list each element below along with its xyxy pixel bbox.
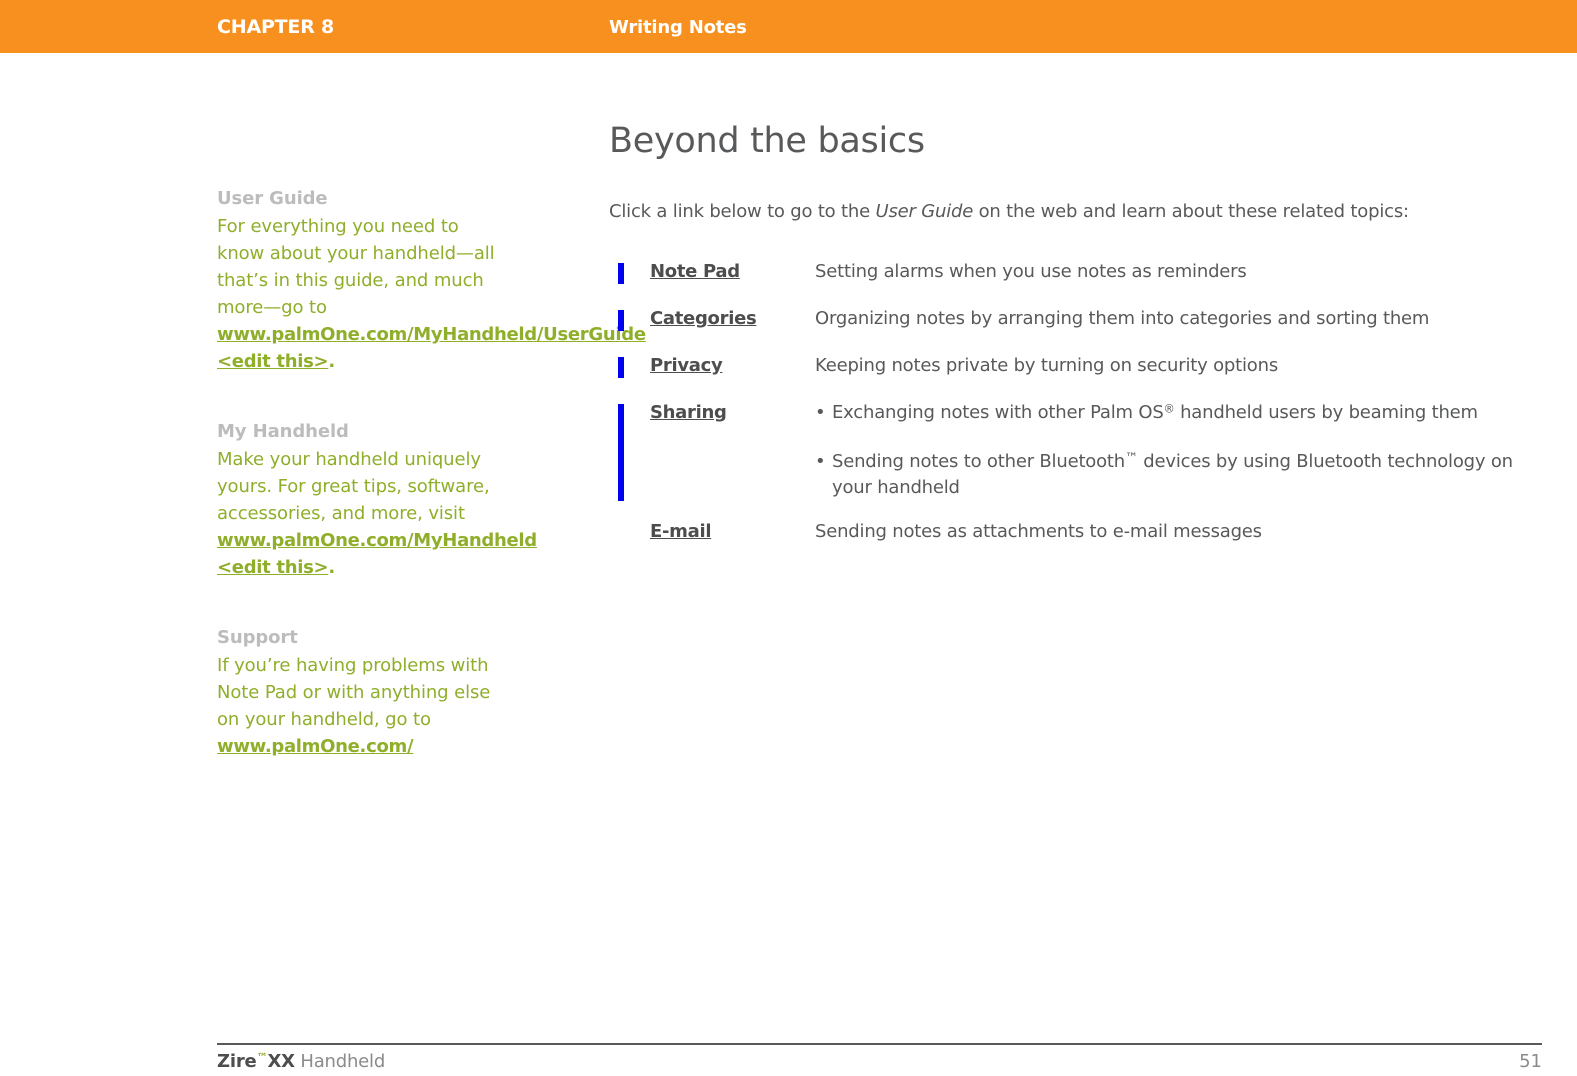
sidebar-heading-user-guide: User Guide: [217, 188, 328, 209]
chapter-header-bar: CHAPTER 8 Writing Notes: [0, 0, 1577, 53]
sidebar-text-my-handheld: Make your handheld uniquely yours. For g…: [217, 449, 490, 524]
topic-link-privacy[interactable]: Privacy: [650, 353, 815, 379]
sidebar-body-my-handheld: Make your handheld uniquely yours. For g…: [217, 446, 537, 581]
bullet-text-after: handheld users by beaming them: [1174, 402, 1478, 423]
topic-row: Categories Organizing notes by arranging…: [609, 306, 1539, 332]
sidebar-block-support: Support If you’re having problems with N…: [217, 625, 509, 760]
intro-paragraph: Click a link below to go to the User Gui…: [609, 199, 1539, 225]
link-marker-bar-icon: [618, 404, 624, 501]
page-number: 51: [1519, 1051, 1542, 1072]
sidebar-heading-my-handheld: My Handheld: [217, 421, 349, 442]
sidebar-text-support: If you’re having problems with Note Pad …: [217, 655, 491, 730]
topic-link-e-mail[interactable]: E-mail: [650, 519, 815, 545]
topic-bullet: • Exchanging notes with other Palm OS® ha…: [815, 400, 1539, 426]
bullet-dot-icon: •: [815, 451, 826, 472]
sidebar-link-support[interactable]: www.palmOne.com/: [217, 736, 414, 757]
trademark-mark-icon: ™: [1125, 451, 1138, 467]
topic-link-sharing[interactable]: Sharing: [650, 400, 815, 426]
topic-description-categories: Organizing notes by arranging them into …: [815, 308, 1430, 329]
link-marker-bar-icon: [618, 357, 624, 378]
link-marker-bar-icon: [618, 263, 624, 284]
registered-mark-icon: ®: [1163, 402, 1175, 416]
topic-row: E-mail Sending notes as attachments to e…: [609, 519, 1539, 545]
topic-row: Privacy Keeping notes private by turning…: [609, 353, 1539, 379]
topic-row: Note Pad Setting alarms when you use not…: [609, 259, 1539, 285]
topic-description-note-pad: Setting alarms when you use notes as rem…: [815, 261, 1247, 282]
bullet-text-before: Sending notes to other Bluetooth: [832, 451, 1125, 472]
intro-text-before: Click a link below to go to the: [609, 201, 876, 222]
sidebar-body-support: If you’re having problems with Note Pad …: [217, 652, 509, 760]
topic-description-privacy: Keeping notes private by turning on secu…: [815, 355, 1278, 376]
sidebar-link-my-handheld[interactable]: www.palmOne.com/MyHandheld <edit this>: [217, 530, 537, 578]
chapter-number: CHAPTER 8: [217, 16, 335, 38]
topic-description-sharing: • Exchanging notes with other Palm OS® ha…: [815, 400, 1539, 501]
chapter-title: Writing Notes: [609, 17, 747, 38]
sidebar-heading-support: Support: [217, 627, 298, 648]
intro-user-guide-italic: User Guide: [875, 201, 974, 222]
footer-product-name: Zire™XX Handheld: [217, 1051, 385, 1072]
topic-link-categories[interactable]: Categories: [650, 306, 815, 332]
topic-bar-cell: [609, 306, 650, 332]
topic-link-note-pad[interactable]: Note Pad: [650, 259, 815, 285]
intro-text-after: on the web and learn about these related…: [973, 201, 1409, 222]
topic-bar-cell: [609, 519, 650, 545]
sidebar-block-my-handheld: My Handheld Make your handheld uniquely …: [217, 419, 537, 581]
page-title: Beyond the basics: [609, 121, 925, 161]
footer-divider: [217, 1043, 1542, 1045]
sidebar-period-my-handheld: .: [328, 557, 336, 578]
topic-bar-cell: [609, 353, 650, 379]
sidebar-link-user-guide[interactable]: www.palmOne.com/MyHandheld/UserGuide <ed…: [217, 324, 646, 372]
bullet-text-before: Exchanging notes with other Palm OS: [832, 402, 1164, 423]
sidebar-body-user-guide: For everything you need to know about yo…: [217, 213, 646, 375]
sidebar-period-user-guide: .: [328, 351, 336, 372]
topic-list: Note Pad Setting alarms when you use not…: [609, 259, 1539, 566]
topic-row: Sharing • Exchanging notes with other Pal…: [609, 400, 1539, 501]
footer-model: XX: [267, 1051, 295, 1072]
sidebar: User Guide For everything you need to kn…: [217, 186, 646, 804]
topic-bar-cell: [609, 400, 650, 501]
footer-product-word: Handheld: [294, 1051, 386, 1072]
trademark-icon: ™: [256, 1050, 268, 1064]
sidebar-text-user-guide: For everything you need to know about yo…: [217, 216, 495, 318]
footer-brand: Zire: [217, 1051, 257, 1072]
main-content: Beyond the basics Click a link below to …: [609, 118, 1539, 542]
topic-description-e-mail: Sending notes as attachments to e-mail m…: [815, 521, 1262, 542]
topic-bullet: • Sending notes to other Bluetooth™ devic…: [815, 449, 1539, 501]
link-marker-bar-icon: [618, 310, 624, 331]
sidebar-block-user-guide: User Guide For everything you need to kn…: [217, 186, 646, 375]
topic-bar-cell: [609, 259, 650, 285]
bullet-dot-icon: •: [815, 402, 826, 423]
